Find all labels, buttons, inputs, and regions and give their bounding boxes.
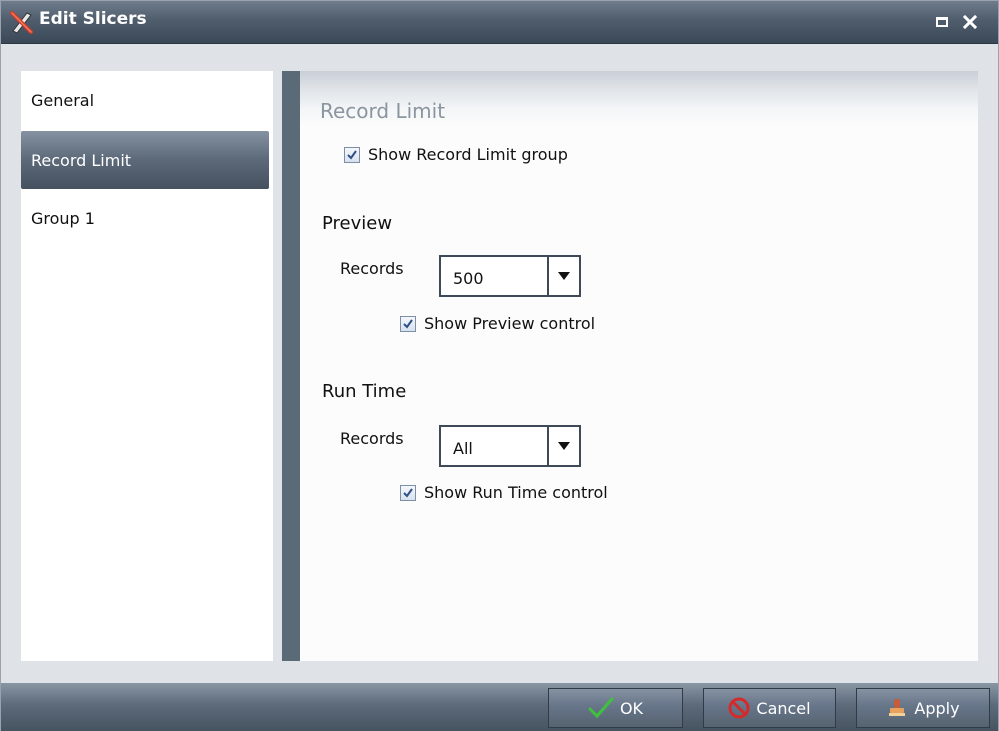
ok-label: OK (619, 698, 644, 718)
show-run-time-control-row[interactable]: Show Run Time control (400, 483, 608, 502)
run-time-records-select[interactable]: All (439, 425, 581, 467)
show-preview-control-row[interactable]: Show Preview control (400, 314, 595, 333)
dialog-title: Edit Slicers (39, 9, 147, 29)
chevron-down-icon (558, 442, 570, 450)
run-time-records-label: Records (340, 429, 404, 448)
ok-button[interactable]: OK (548, 688, 683, 728)
show-record-limit-group-label: Show Record Limit group (368, 145, 568, 164)
apply-button[interactable]: Apply (856, 688, 990, 728)
show-record-limit-group-row[interactable]: Show Record Limit group (344, 145, 568, 164)
nav-item-label: General (31, 90, 95, 110)
cancel-label: Cancel (756, 698, 811, 718)
checkmark-icon (588, 697, 614, 719)
section-nav: General Record Limit Group 1 (21, 71, 273, 661)
maximize-icon (936, 17, 948, 27)
show-run-time-control-checkbox[interactable] (400, 484, 416, 501)
nav-item-label: Record Limit (31, 150, 132, 170)
run-time-dropdown-button[interactable] (547, 427, 579, 465)
close-icon (963, 15, 977, 29)
nav-item-record-limit[interactable]: Record Limit (21, 131, 269, 189)
checkmark-icon (347, 149, 357, 160)
cancel-button[interactable]: Cancel (703, 688, 836, 728)
nav-item-label: Group 1 (31, 208, 95, 228)
run-time-heading: Run Time (322, 381, 407, 402)
checkmark-icon (403, 318, 413, 329)
nav-item-group-1[interactable]: Group 1 (21, 189, 269, 247)
chevron-down-icon (558, 272, 570, 280)
run-time-records-value: All (453, 439, 473, 458)
section-title: Record Limit (320, 99, 446, 123)
dialog-footer: OK Cancel Apply (1, 683, 998, 731)
preview-records-select[interactable]: 500 (439, 255, 581, 297)
show-record-limit-group-checkbox[interactable] (344, 146, 360, 163)
maximize-button[interactable] (931, 11, 953, 33)
preview-records-value: 500 (453, 269, 484, 288)
panel-splitter[interactable] (282, 71, 300, 661)
show-preview-control-label: Show Preview control (424, 314, 596, 333)
edit-slicers-dialog: Edit Slicers General Record Limit Group … (0, 0, 999, 731)
nav-item-general[interactable]: General (21, 71, 269, 129)
preview-dropdown-button[interactable] (547, 257, 579, 295)
show-preview-control-checkbox[interactable] (400, 315, 416, 332)
title-bar[interactable]: Edit Slicers (1, 1, 998, 44)
cancel-icon (728, 697, 750, 719)
preview-heading: Preview (322, 213, 393, 234)
show-run-time-control-label: Show Run Time control (424, 483, 608, 502)
apply-stamp-icon (889, 699, 906, 716)
apply-label: Apply (914, 698, 960, 718)
checkmark-icon (403, 487, 413, 498)
edit-slicers-icon (9, 9, 35, 35)
record-limit-panel: Record Limit Show Record Limit group Pre… (300, 71, 978, 661)
preview-records-label: Records (340, 259, 404, 278)
close-button[interactable] (959, 11, 981, 33)
